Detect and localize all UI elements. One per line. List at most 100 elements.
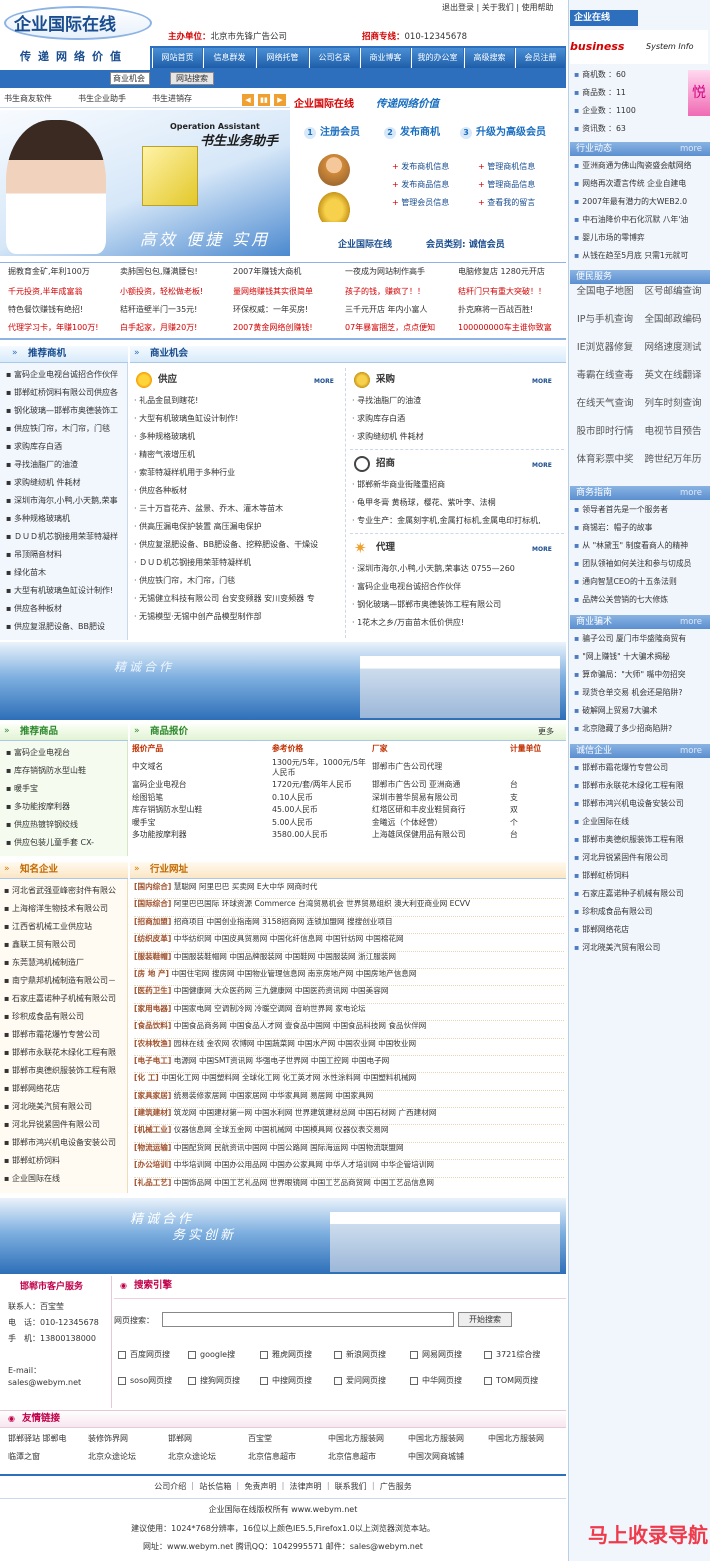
list-item[interactable]: 现货仓单交易 机会还是陷阱? xyxy=(574,684,708,702)
friend-link[interactable]: 中国次网商城铺 xyxy=(408,1452,464,1462)
engine-checkbox[interactable]: TOM网页搜 xyxy=(484,1376,538,1386)
invest-more-button[interactable]: MORE xyxy=(532,462,552,470)
engine-checkbox[interactable]: 中华网页搜 xyxy=(410,1376,462,1386)
link-group[interactable]: 仪器信息网 全球五金网 中国机械网 中国模具网 仪器仪表交易网 xyxy=(174,1125,389,1134)
list-item[interactable]: · 供高压漏电保护装置 高压漏电保护 xyxy=(134,518,344,536)
list-item[interactable]: 算命骗局："大师" 嘴中勿招突 xyxy=(574,666,708,684)
cooperation-banner-2[interactable]: 精诚合作 务实创新 xyxy=(0,1198,566,1274)
list-item[interactable]: · 求购缝纫机 件耗材 xyxy=(352,428,562,446)
link-group[interactable]: 中国服装鞋帽网 中国品牌服装网 中国鞋网 中国服装网 浙江服装网 xyxy=(174,952,396,961)
step-upgrade[interactable]: 3 升级为高级会员 xyxy=(460,126,546,139)
list-item[interactable]: · 多种规格玻璃机 xyxy=(134,428,344,446)
list-item[interactable]: 石家庄嘉诺种子机械有限公司 xyxy=(574,885,708,903)
engine-checkbox[interactable]: google搜 xyxy=(188,1350,235,1360)
ad-link[interactable]: 2007黄金网络创赚钱! xyxy=(233,323,313,333)
link-group[interactable]: 中国食品商务网 中国食品人才网 壹食品中国网 中国食品科技网 食品伙伴网 xyxy=(174,1021,427,1030)
service-link[interactable]: 毒霸在线查毒 xyxy=(572,370,638,382)
list-item[interactable]: 邯郸网络花店 xyxy=(574,921,708,939)
list-item[interactable]: 领导者首先是一个服务者 xyxy=(574,501,708,519)
list-item[interactable]: ▪ 珍积成食品有限公司 xyxy=(4,1008,128,1026)
help-link[interactable]: 使用帮助 xyxy=(522,3,554,12)
list-item[interactable]: ▪ 多种规格玻璃机 xyxy=(6,510,126,528)
link-group[interactable]: 中华培训网 中国办公用品网 中国办公家具网 中华人才培训网 中华企管培训网 xyxy=(174,1160,434,1169)
list-item[interactable]: ▪ 暖手宝 xyxy=(6,780,126,798)
list-item[interactable]: 从钱在趋至5月底 只需1元就可 xyxy=(574,247,708,265)
list-item[interactable]: ▪ 供应各种板材 xyxy=(6,600,126,618)
about-link[interactable]: 关于我们 xyxy=(482,3,514,12)
list-item[interactable]: ▪ 供应热镀锌钢绞线 xyxy=(6,816,126,834)
friend-link[interactable]: 中国北方服装网 xyxy=(328,1434,384,1444)
engine-checkbox[interactable]: 雅虎网页搜 xyxy=(260,1350,312,1360)
list-item[interactable]: ▪ ＤＵＤ机芯钢接用荣菲特凝样 xyxy=(6,528,126,546)
supply-more-button[interactable]: MORE xyxy=(314,378,334,386)
friend-link[interactable]: 中国北方服装网 xyxy=(488,1434,544,1444)
list-item[interactable]: ▪ 库存销锅防水型山鞋 xyxy=(6,762,126,780)
list-item[interactable]: ▪ 供应复混肥设备、BB肥设 xyxy=(6,618,126,636)
price-more-link[interactable]: 更多 xyxy=(538,727,554,737)
pause-icon[interactable]: ▮▮ xyxy=(258,94,270,106)
footer-link-about[interactable]: 公司介绍 xyxy=(154,1482,186,1491)
friend-link[interactable]: 北京信息超市 xyxy=(248,1452,296,1462)
list-item[interactable]: ▪ 邯郸市永联花木绿化工程有限 xyxy=(4,1044,128,1062)
ad-link[interactable]: 秸秆造壁半门一35元! xyxy=(120,305,197,315)
ad-link[interactable]: 掘教育金矿,年利100万 xyxy=(8,267,90,277)
engine-checkbox[interactable]: 网易网页搜 xyxy=(410,1350,462,1360)
friend-link[interactable]: 邯郸网 xyxy=(168,1434,192,1444)
ad-link[interactable]: 量网络赚钱其实很简单 xyxy=(233,287,313,297)
footer-link-mail[interactable]: 站长信箱 xyxy=(199,1482,231,1491)
service-link[interactable]: 区号邮编查询 xyxy=(640,286,706,298)
service-link[interactable]: 电视节目预告 xyxy=(640,426,706,438)
list-item[interactable]: ▪ 邯郸网络花店 xyxy=(4,1080,128,1098)
nav-blog[interactable]: 商业博客 xyxy=(360,48,410,68)
web-search-input[interactable] xyxy=(162,1312,454,1327)
ad-link[interactable]: 100000000车主谁你致富 xyxy=(458,323,552,333)
list-item[interactable]: · 礼品金鼠到瞎花! xyxy=(134,392,344,410)
ad-link[interactable]: 电脑修复店 1280元开店 xyxy=(458,267,545,277)
friend-link[interactable]: 北京众途论坛 xyxy=(88,1452,136,1462)
ad-link[interactable]: 环保权威：一年买房! xyxy=(233,305,308,315)
service-link[interactable]: 体育彩票中奖 xyxy=(572,454,638,466)
list-item[interactable]: "网上赚钱" 十大骗术揭秘 xyxy=(574,648,708,666)
link-group[interactable]: 统易装修家居网 中国家居网 中华家具网 易居网 中国家具网 xyxy=(174,1091,374,1100)
friend-link[interactable]: 北京众途论坛 xyxy=(168,1452,216,1462)
list-item[interactable]: ▪ 钢化玻璃—邯郸市奥德装饰工 xyxy=(6,402,126,420)
next-arrow-icon[interactable]: ▶ xyxy=(274,94,286,106)
friend-link[interactable]: 装修饰界网 xyxy=(88,1434,128,1444)
list-item[interactable]: 河北异锐紧固件有限公司 xyxy=(574,849,708,867)
list-item[interactable]: ▪ 深圳市海尔,小鸭,小天鹅,荣事 xyxy=(6,492,126,510)
list-item[interactable]: · 钢化玻璃—邯郸市奥德装饰工程有限公司 xyxy=(352,596,562,614)
engine-checkbox[interactable]: 爱问网页搜 xyxy=(334,1376,386,1386)
tab-software[interactable]: 书生商友软件 xyxy=(4,94,52,104)
manage-opportunity-link[interactable]: + 管理商机信息 xyxy=(478,158,535,176)
list-item[interactable]: 邯郸市鸿兴机电设备安装公司 xyxy=(574,795,708,813)
nav-office[interactable]: 我的办公室 xyxy=(411,48,463,68)
ad-link[interactable]: 2007年赚钱大商机 xyxy=(233,267,301,277)
list-item[interactable]: · 大型有机玻璃鱼缸设计制作! xyxy=(134,410,344,428)
list-item[interactable]: ▪ 大型有机玻璃鱼缸设计制作! xyxy=(6,582,126,600)
list-item[interactable]: ▪ 东莞慧鸿机械制造厂 xyxy=(4,954,128,972)
logout-link[interactable]: 退出登录 xyxy=(442,3,474,12)
engine-checkbox[interactable]: 中搜网页搜 xyxy=(260,1376,312,1386)
agent-more-button[interactable]: MORE xyxy=(532,546,552,554)
engine-checkbox[interactable]: 搜狗网页搜 xyxy=(188,1376,240,1386)
list-item[interactable]: ▪ 南宁鼎邦机械制造有限公司－ xyxy=(4,972,128,990)
service-link[interactable]: 全国邮政编码 xyxy=(640,314,706,326)
ad-link[interactable]: 白手起家，月赚20万! xyxy=(120,323,197,333)
nav-directory[interactable]: 公司名录 xyxy=(309,48,359,68)
ad-link[interactable]: 小额投资，轻松做老板! xyxy=(120,287,203,297)
nav-mass-post[interactable]: 信息群发 xyxy=(203,48,255,68)
list-item[interactable]: 企业国际在线 xyxy=(574,813,708,831)
list-item[interactable]: 邯郸市霜花爆竹专营公司 xyxy=(574,759,708,777)
promo-banner[interactable]: Operation Assistant 书生业务助手 高效 便捷 实用 xyxy=(0,110,290,256)
messages-link[interactable]: + 查看我的留言 xyxy=(478,194,535,212)
list-item[interactable]: 2007年最有潜力的大WEB2.0 xyxy=(574,193,708,211)
ad-link[interactable]: 代理学习卡，年赚100万! xyxy=(8,323,98,333)
list-item[interactable]: · 三十万盲花卉、盆景、乔木、灌木等苗木 xyxy=(134,500,344,518)
engine-checkbox[interactable]: 3721综合搜 xyxy=(484,1350,540,1360)
list-item[interactable]: ▪ 供应铁门帘，木门帘，门毯 xyxy=(6,420,126,438)
link-group[interactable]: 慧聪网 阿里巴巴 买卖网 E大中华 网商时代 xyxy=(174,882,318,891)
contact-email[interactable]: sales@webym.net xyxy=(8,1378,81,1388)
list-item[interactable]: ▪ 河北晓美汽贸有限公司 xyxy=(4,1098,128,1116)
table-row[interactable]: 绘图铅笔 0.10人民币 深圳市普华贸易有限公司支 xyxy=(132,793,564,806)
service-link[interactable]: IE浏览器修复 xyxy=(572,342,638,354)
